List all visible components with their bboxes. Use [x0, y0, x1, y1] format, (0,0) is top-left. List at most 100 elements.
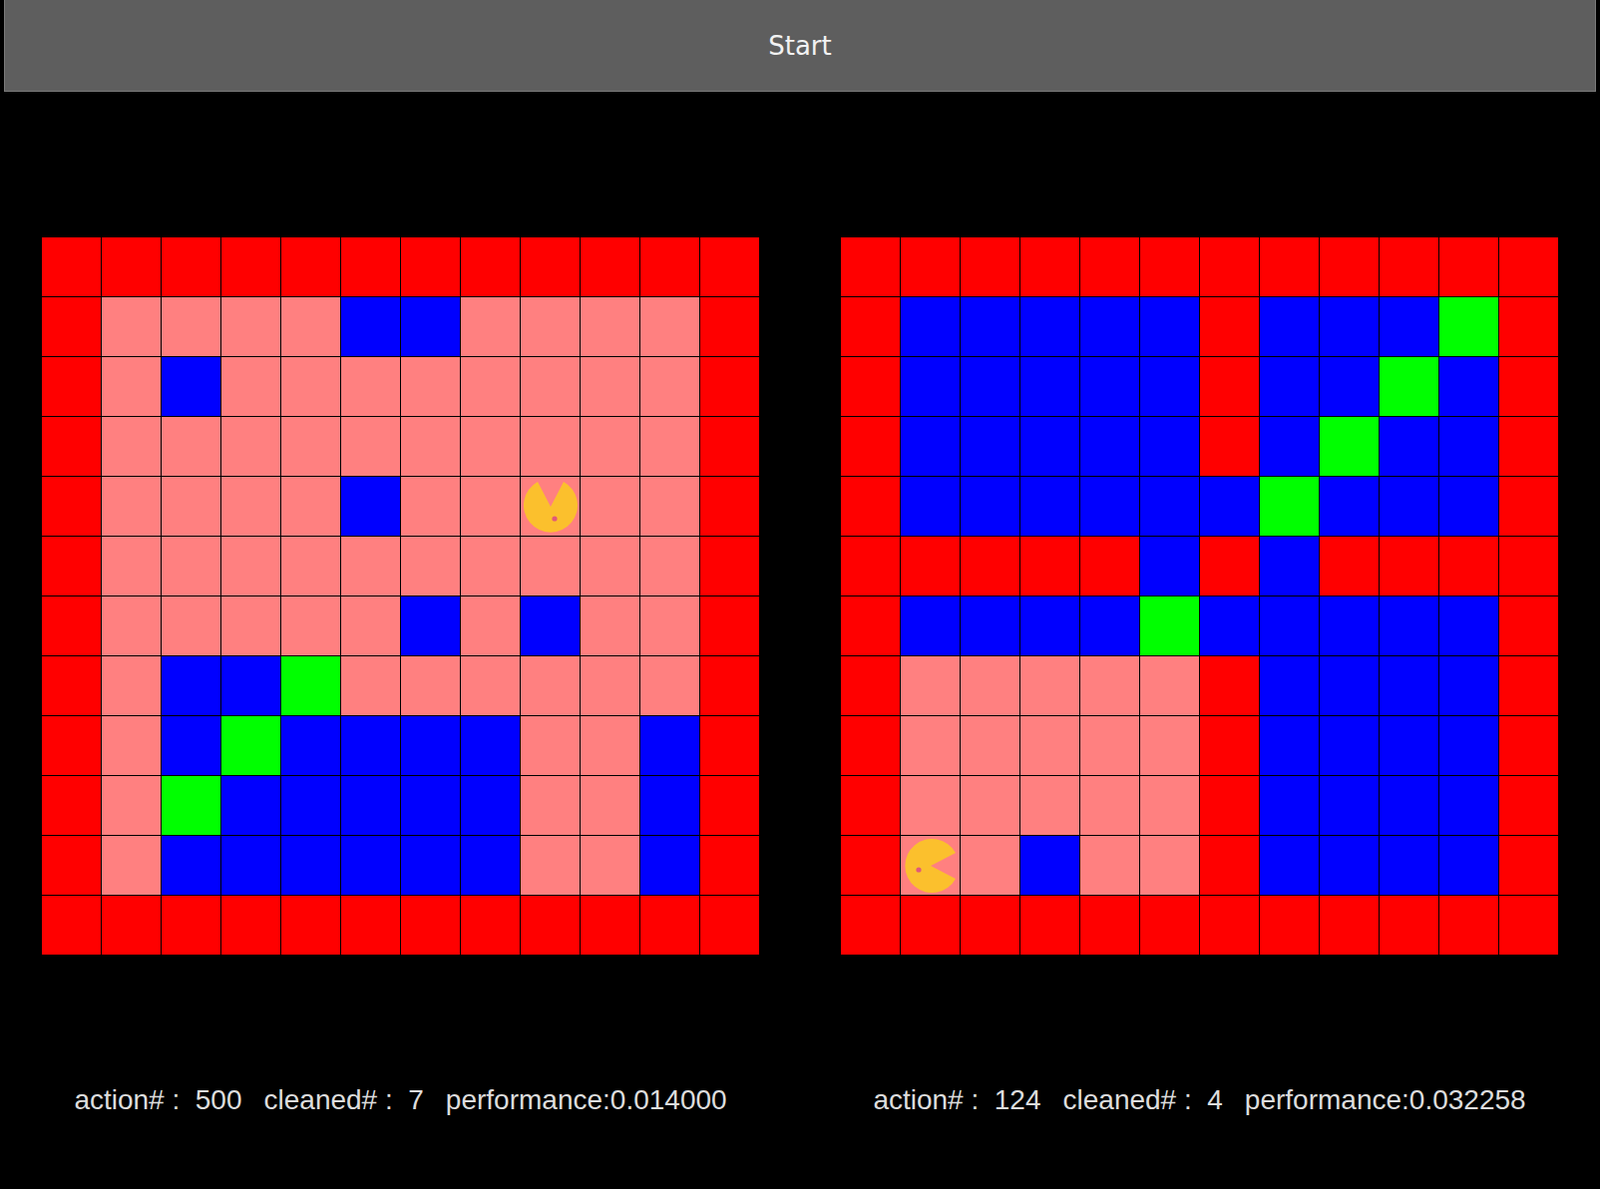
clean-cell — [900, 656, 960, 716]
dirty-cell — [341, 776, 400, 835]
dirty-cell — [221, 656, 281, 716]
clean-cell — [580, 536, 640, 596]
wall-cell — [1379, 536, 1439, 596]
clean-cell — [640, 536, 700, 596]
dirty-cell — [341, 716, 400, 776]
start-button[interactable]: Start — [3, 0, 1597, 92]
wall-cell — [960, 895, 1020, 955]
wall-cell — [1499, 596, 1559, 656]
dirty-cell — [1140, 536, 1200, 596]
clean-cell — [640, 416, 700, 476]
clean-cell — [161, 297, 221, 357]
clean-cell — [580, 357, 640, 416]
clean-cell — [520, 476, 580, 536]
clean-cell — [1140, 835, 1200, 895]
dirty-cell — [460, 716, 520, 776]
wall-cell — [1200, 297, 1259, 357]
clean-cell — [640, 656, 700, 716]
dirty-cell — [1439, 357, 1499, 416]
cleaned-cell — [221, 716, 281, 776]
dirty-cell — [1259, 297, 1319, 357]
wall-cell — [41, 476, 101, 536]
cleaned-cell — [1259, 476, 1319, 536]
clean-cell — [400, 476, 460, 536]
clean-cell — [281, 416, 341, 476]
dirty-cell — [1259, 776, 1319, 835]
clean-cell — [341, 416, 400, 476]
clean-cell — [341, 656, 400, 716]
dirty-cell — [161, 835, 221, 895]
wall-cell — [1499, 416, 1559, 476]
wall-cell — [1020, 895, 1080, 955]
dirty-cell — [281, 835, 341, 895]
clean-cell — [960, 776, 1020, 835]
wall-cell — [341, 237, 400, 297]
dirty-cell — [640, 716, 700, 776]
dirty-cell — [460, 835, 520, 895]
dirty-cell — [400, 776, 460, 835]
dirty-cell — [1319, 476, 1379, 536]
dirty-cell — [1080, 357, 1140, 416]
clean-cell — [400, 357, 460, 416]
dirty-cell — [341, 297, 400, 357]
wall-cell — [700, 237, 760, 297]
dirty-cell — [1140, 297, 1200, 357]
dirty-cell — [640, 835, 700, 895]
wall-cell — [1379, 237, 1439, 297]
wall-cell — [580, 895, 640, 955]
dirty-cell — [400, 835, 460, 895]
clean-cell — [520, 357, 580, 416]
wall-cell — [1319, 536, 1379, 596]
wall-cell — [1200, 716, 1259, 776]
dirty-cell — [1319, 297, 1379, 357]
clean-cell — [281, 297, 341, 357]
dirty-cell — [1319, 835, 1379, 895]
clean-cell — [580, 776, 640, 835]
stat-text: action# : 124 — [872, 1082, 1041, 1119]
dirty-cell — [1140, 357, 1200, 416]
clean-cell — [1020, 656, 1080, 716]
dirty-cell — [400, 716, 460, 776]
wall-cell — [840, 416, 900, 476]
worlds: action# : 500cleaned# : 7performance:0.0… — [0, 91, 1600, 1119]
world-panel: action# : 124cleaned# : 4performance:0.0… — [840, 237, 1559, 1119]
dirty-cell — [460, 776, 520, 835]
wall-cell — [700, 536, 760, 596]
stats-bar: action# : 500cleaned# : 7performance:0.0… — [73, 1082, 727, 1119]
wall-cell — [1140, 237, 1200, 297]
dirty-cell — [1020, 416, 1080, 476]
dirty-cell — [1319, 357, 1379, 416]
wall-cell — [41, 895, 101, 955]
wall-cell — [460, 237, 520, 297]
clean-cell — [960, 656, 1020, 716]
clean-cell — [520, 297, 580, 357]
wall-cell — [161, 237, 221, 297]
wall-cell — [700, 416, 760, 476]
dirty-cell — [1439, 596, 1499, 656]
cleaned-cell — [1319, 416, 1379, 476]
cleaned-cell — [161, 776, 221, 835]
wall-cell — [700, 716, 760, 776]
wall-cell — [840, 776, 900, 835]
wall-cell — [41, 716, 101, 776]
dirty-cell — [1439, 716, 1499, 776]
cleaned-cell — [1140, 596, 1200, 656]
clean-cell — [101, 536, 161, 596]
clean-cell — [640, 357, 700, 416]
dirty-cell — [1259, 536, 1319, 596]
wall-cell — [41, 416, 101, 476]
clean-cell — [520, 416, 580, 476]
clean-cell — [1020, 776, 1080, 835]
wall-cell — [840, 895, 900, 955]
wall-cell — [1080, 237, 1140, 297]
clean-cell — [640, 297, 700, 357]
clean-cell — [101, 656, 161, 716]
dirty-cell — [161, 357, 221, 416]
dirty-cell — [1200, 596, 1259, 656]
wall-cell — [1499, 895, 1559, 955]
dirty-cell — [1379, 596, 1439, 656]
dirty-cell — [1439, 776, 1499, 835]
wall-cell — [840, 716, 900, 776]
dirty-cell — [900, 596, 960, 656]
clean-cell — [640, 476, 700, 536]
